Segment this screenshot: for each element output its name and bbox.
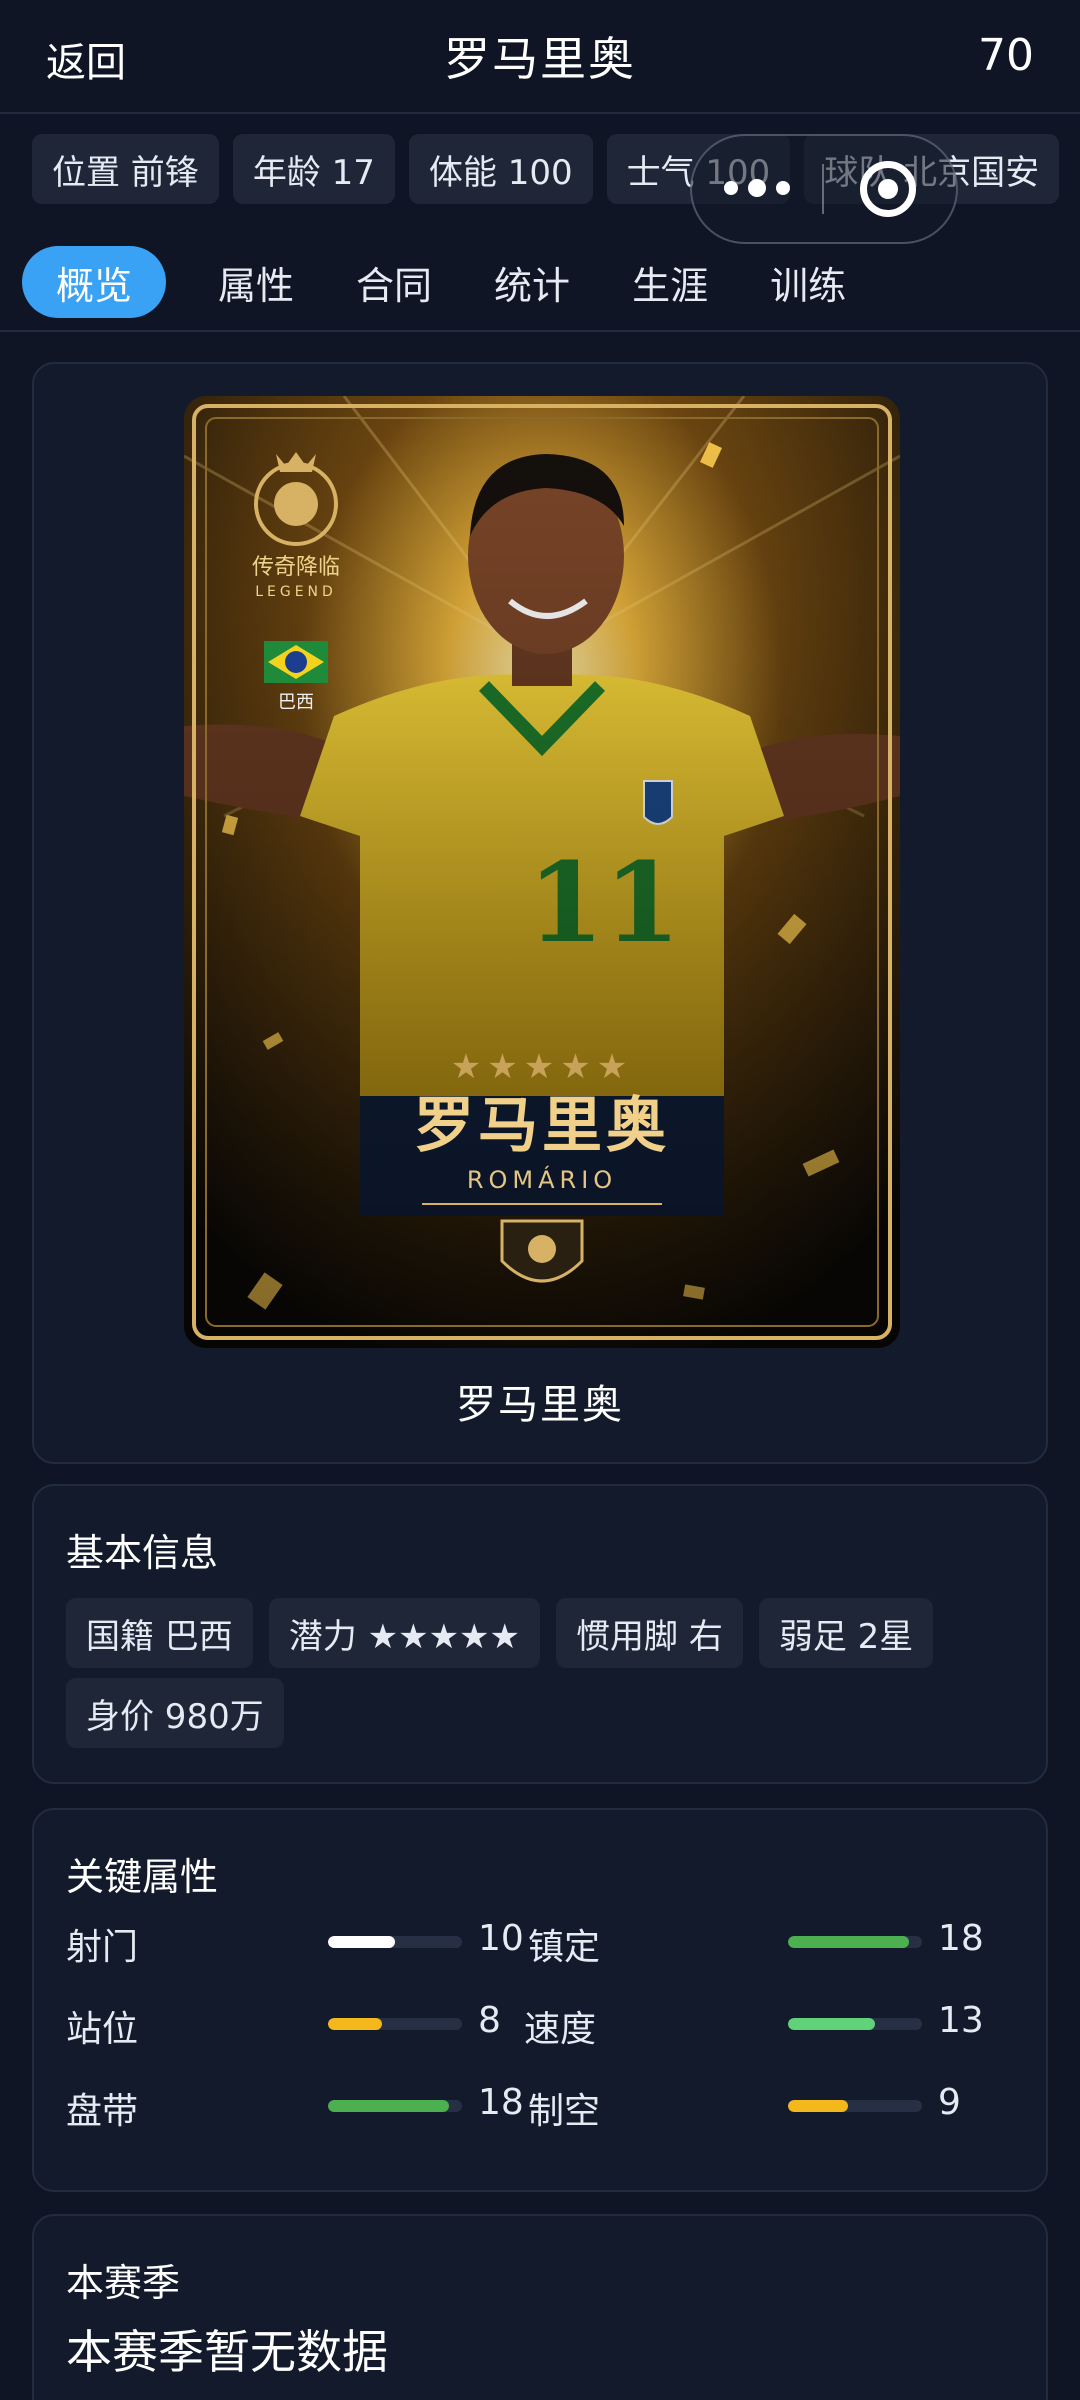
player-rating: 70	[978, 30, 1034, 81]
card-stars: ★★★★★	[451, 1047, 633, 1087]
attr-label: 制空	[528, 2091, 601, 2132]
info-nationality: 国籍 巴西	[66, 1598, 253, 1668]
attr-label: 盘带	[66, 2091, 139, 2132]
attr-value: 8	[478, 2000, 501, 2041]
basic-info-title: 基本信息	[66, 1531, 219, 1575]
close-miniprogram-icon[interactable]	[860, 161, 916, 217]
attr-bar-fill	[788, 2018, 876, 2030]
back-button[interactable]: 返回	[46, 30, 126, 88]
attr-bar	[328, 1936, 462, 1948]
attr-bar	[788, 2100, 922, 2112]
tab-stats[interactable]: 统计	[484, 246, 580, 318]
key-attributes-title: 关键属性	[66, 1855, 219, 1899]
key-attributes-section: 关键属性 射门 10 镇定 18 站位 8 速度 13 盘带 18 制空 9	[32, 1808, 1048, 2192]
info-weak-foot: 弱足 2星	[758, 1598, 934, 1668]
attr-bar	[328, 2018, 462, 2030]
player-card-image: 11 传奇降临 LEGEND 巴西 ★★★★★	[184, 396, 900, 1348]
tab-attributes[interactable]: 属性	[208, 246, 304, 318]
player-caption: 罗马里奥	[456, 1382, 624, 1428]
info-potential: 潜力 ★★★★★	[268, 1598, 541, 1668]
attr-bar	[788, 1936, 922, 1948]
flag-country: 巴西	[278, 692, 314, 713]
attr-bar	[328, 2100, 462, 2112]
info-preferred-foot: 惯用脚 右	[556, 1598, 743, 1668]
attr-bar-fill	[328, 2100, 449, 2112]
attr-bar-fill	[328, 2018, 382, 2030]
attr-bar	[788, 2018, 922, 2030]
page-title: 罗马里奥	[444, 32, 636, 86]
attr-value: 10	[478, 1918, 524, 1959]
attr-value: 9	[938, 2082, 961, 2123]
badge-en: LEGEND	[255, 584, 337, 600]
basic-info-row-2: 身价 980万	[66, 1678, 284, 1748]
miniprogram-capsule	[690, 134, 958, 244]
tab-career[interactable]: 生涯	[622, 246, 718, 318]
player-card-section: 11 传奇降临 LEGEND 巴西 ★★★★★	[32, 362, 1048, 1464]
attr-value: 18	[478, 2082, 524, 2123]
card-name-en: ROMÁRIO	[467, 1165, 617, 1194]
badge-cn: 传奇降临	[252, 555, 340, 580]
tab-training[interactable]: 训练	[760, 246, 856, 318]
tab-divider	[0, 330, 1080, 332]
attr-label: 速度	[524, 2009, 597, 2050]
season-section: 本赛季 本赛季暂无数据	[32, 2214, 1048, 2400]
chip-age: 年龄 17	[232, 134, 395, 204]
chip-position: 位置 前锋	[32, 134, 219, 204]
tab-contract[interactable]: 合同	[346, 246, 442, 318]
capsule-divider	[822, 164, 824, 214]
tab-overview[interactable]: 概览	[22, 246, 167, 318]
attr-value: 13	[938, 2000, 984, 2041]
season-empty-text: 本赛季暂无数据	[66, 2325, 388, 2379]
info-market-value: 身价 980万	[66, 1678, 284, 1748]
tab-bar: 概览 属性 合同 统计 生涯 训练	[22, 246, 856, 318]
card-name-cn: 罗马里奥	[414, 1091, 670, 1161]
chip-stamina: 体能 100	[408, 134, 593, 204]
attr-bar-fill	[328, 1936, 395, 1948]
attr-label: 站位	[66, 2009, 139, 2050]
attr-value: 18	[938, 1918, 984, 1959]
season-title: 本赛季	[66, 2261, 181, 2305]
attr-bar-fill	[788, 2100, 849, 2112]
more-menu-icon[interactable]	[692, 179, 822, 197]
attr-bar-fill	[788, 1936, 909, 1948]
attr-label: 射门	[66, 1927, 139, 1968]
basic-info-row-1: 国籍 巴西 潜力 ★★★★★ 惯用脚 右 弱足 2星	[66, 1598, 934, 1668]
attr-label: 镇定	[528, 1927, 601, 1968]
basic-info-section: 基本信息 国籍 巴西 潜力 ★★★★★ 惯用脚 右 弱足 2星 身价 980万	[32, 1484, 1048, 1784]
top-bar: 返回 罗马里奥 70	[0, 0, 1080, 114]
